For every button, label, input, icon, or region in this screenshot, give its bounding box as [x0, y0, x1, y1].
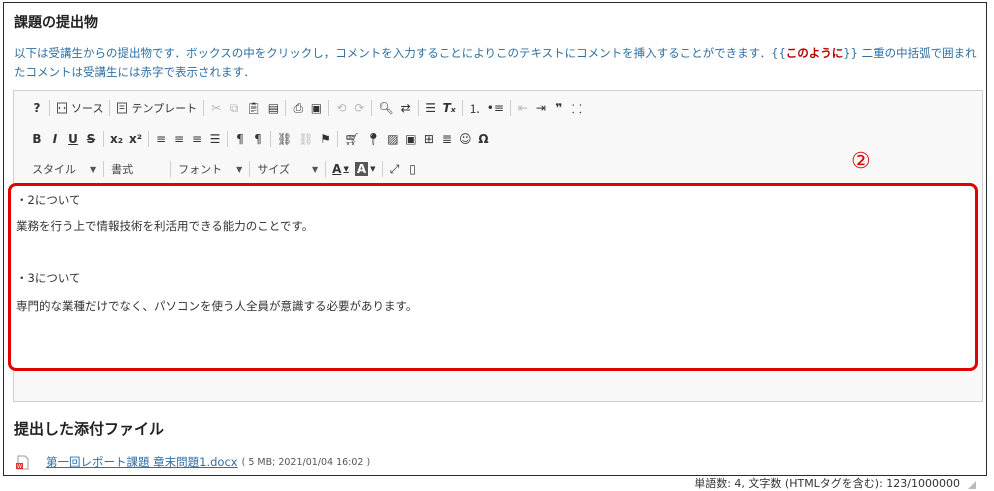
template-button[interactable]: テンプレート — [113, 98, 200, 118]
outdent-icon[interactable]: ⇤ — [514, 98, 532, 118]
source-button[interactable]: ソース — [53, 98, 106, 118]
toolbar-separator — [103, 131, 104, 147]
video-icon[interactable]: ▣ — [402, 129, 420, 149]
text-color-button[interactable]: A ▼ — [329, 159, 352, 179]
word-count-status: 単語数: 4, 文字数 (HTMLタグを含む): 123/1000000 — [694, 477, 960, 490]
find-icon[interactable]: 🔍︎ — [375, 98, 396, 118]
image-icon[interactable]: ▨ — [384, 129, 402, 149]
pin-icon[interactable]: 📍︎ — [363, 129, 384, 149]
select-all-icon[interactable]: ☰ — [422, 98, 440, 118]
link-icon[interactable]: ⛓ — [274, 129, 295, 149]
paste-icon[interactable]: 📋︎ — [243, 98, 264, 118]
toolbar-separator — [328, 100, 330, 116]
chevron-down-icon: ▼ — [311, 164, 319, 174]
background-color-button[interactable]: A ▼ — [352, 159, 379, 179]
align-left-icon[interactable]: ≡ — [152, 129, 170, 149]
attachment-meta: ( 5 MB; 2021/01/04 16:02 ) — [241, 456, 371, 468]
table-icon[interactable]: ⊞ — [420, 129, 438, 149]
toolbar-separator — [170, 161, 172, 177]
toolbar-separator — [285, 100, 287, 116]
div-container-icon[interactable]: ⸬ — [568, 98, 586, 118]
toolbar-separator — [381, 161, 383, 177]
content-line: 専門的な業種だけでなく、パソコンを使う人全員が意識する必要があります。 — [16, 299, 418, 313]
undo-icon[interactable]: ⟲ — [332, 98, 350, 118]
print-icon[interactable]: ⎙ — [289, 98, 307, 118]
show-blocks-icon[interactable]: ▯ — [404, 159, 422, 179]
toolbar-separator — [103, 161, 105, 177]
submission-panel: 課題の提出物 以下は受講生からの提出物です．ボックスの中をクリックし，コメントを… — [3, 2, 987, 490]
paste-text-icon[interactable]: ▤ — [264, 98, 282, 118]
editor-content-area[interactable]: ・2について 業務を行う上で情報技術を利活用できる能力のことです。 ・3について… — [8, 183, 978, 371]
bold-button[interactable]: B — [28, 129, 46, 149]
size-dropdown[interactable]: サイズ ▼ — [253, 159, 322, 179]
font-dropdown[interactable]: フォント ▼ — [174, 159, 246, 179]
source-icon — [57, 102, 67, 114]
content-line: ・3について — [16, 271, 81, 285]
italic-button[interactable]: I — [46, 129, 64, 149]
toolbar-separator — [49, 100, 50, 116]
cart-icon[interactable]: 🛒︎ — [341, 129, 362, 149]
toolbar-separator — [509, 100, 511, 116]
subscript-button[interactable]: x₂ — [107, 129, 126, 149]
page-title: 課題の提出物 — [14, 15, 98, 31]
toolbar-separator — [337, 131, 339, 147]
svg-text:W: W — [17, 464, 22, 470]
strikethrough-button[interactable]: S — [82, 129, 100, 149]
horizontal-rule-icon[interactable]: ≣ — [438, 129, 456, 149]
attachment-item: W 第一回レポート課題 章末問題1.docx ( 5 MB; 2021/01/0… — [16, 454, 370, 470]
instructions-text: 以下は受講生からの提出物です．ボックスの中をクリックし，コメントを入力することに… — [14, 46, 977, 79]
text-direction-rtl-icon[interactable]: ¶ — [249, 129, 267, 149]
chevron-down-icon: ▼ — [90, 164, 97, 174]
maximize-icon[interactable]: ⤢ — [386, 159, 404, 179]
red-sample-text: このように — [785, 46, 844, 60]
special-character-icon[interactable]: Ω — [474, 129, 492, 149]
remove-format-icon[interactable]: Tₓ — [440, 98, 459, 118]
smiley-icon[interactable]: ☺ — [456, 129, 475, 149]
toolbar-separator — [371, 100, 373, 116]
toolbar-separator — [203, 100, 205, 116]
attachments-heading: 提出した添付ファイル — [14, 420, 165, 438]
toolbar-separator — [325, 161, 327, 177]
annotation-marker: ② — [851, 149, 871, 174]
help-button[interactable]: ? — [28, 98, 46, 118]
content-line: 業務を行う上で情報技術を利活用できる能力のことです。 — [16, 219, 314, 233]
redo-icon[interactable]: ⟳ — [350, 98, 368, 118]
underline-button[interactable]: U — [64, 129, 82, 149]
indent-icon[interactable]: ⇥ — [532, 98, 550, 118]
editor-toolbar: ? ソース テンプレート ✂ ⧉ 📋︎ ▤ ⎙ ▣ ⟲ ⟳ 🔍︎ ⇄ ☰ Tₓ … — [14, 91, 982, 185]
toolbar-separator — [270, 131, 271, 147]
toolbar-separator — [249, 161, 251, 177]
attachment-file-link[interactable]: 第一回レポート課題 章末問題1.docx — [46, 454, 238, 470]
style-dropdown[interactable]: スタイル ▼ — [28, 159, 100, 179]
align-justify-icon[interactable]: ☰ — [206, 129, 224, 149]
replace-icon[interactable]: ⇄ — [397, 98, 415, 118]
copy-icon[interactable]: ⧉ — [225, 98, 243, 118]
toolbar-separator — [148, 131, 149, 147]
resize-grip-icon[interactable] — [968, 481, 976, 489]
cut-icon[interactable]: ✂ — [207, 98, 225, 118]
align-center-icon[interactable]: ≡ — [170, 129, 188, 149]
toolbar-separator — [227, 131, 228, 147]
toolbar-separator — [417, 100, 419, 116]
chevron-down-icon: ▼ — [236, 164, 243, 174]
anchor-flag-icon[interactable]: ⚑ — [316, 129, 334, 149]
blockquote-icon[interactable]: ❞ — [550, 98, 568, 118]
bulleted-list-icon[interactable]: •≡ — [484, 98, 507, 118]
preview-icon[interactable]: ▣ — [307, 98, 325, 118]
text-direction-ltr-icon[interactable]: ¶ — [231, 129, 249, 149]
template-icon — [117, 102, 128, 114]
format-dropdown[interactable]: 書式 — [107, 159, 167, 179]
align-right-icon[interactable]: ≡ — [188, 129, 206, 149]
file-icon: W — [16, 455, 29, 470]
superscript-button[interactable]: x² — [126, 129, 145, 149]
unlink-icon[interactable]: ⛓ — [295, 129, 316, 149]
content-line: ・2について — [16, 193, 81, 207]
toolbar-separator — [461, 100, 463, 116]
toolbar-separator — [109, 100, 111, 116]
numbered-list-icon[interactable]: ⒈ — [466, 98, 484, 118]
